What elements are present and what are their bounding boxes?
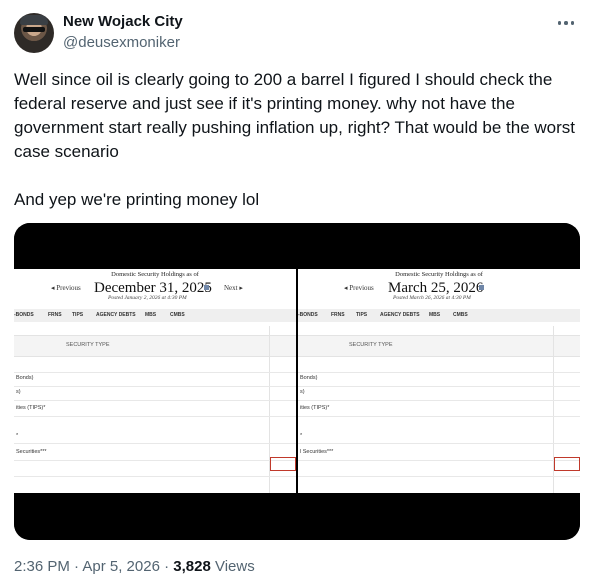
row-divider (298, 372, 580, 373)
previous-link: ◂ Previous (51, 284, 81, 292)
media-image-right[interactable]: Domestic Security Holdings as of ◂ Previ… (298, 223, 580, 540)
row-divider (14, 476, 296, 477)
column-header-security-type: SECURITY TYPE (349, 342, 393, 348)
table-header: SECURITY TYPE (14, 335, 296, 357)
row-divider (298, 460, 580, 461)
tab-mbs: MBS (429, 312, 441, 318)
tweet-paragraph: And yep we're printing money lol (14, 190, 260, 209)
table-row: s) (300, 389, 305, 395)
tab-bonds: -BONDS (298, 312, 318, 318)
table-row: l Securities*** (300, 449, 334, 455)
row-divider (298, 443, 580, 444)
tweet-media[interactable]: Domestic Security Holdings as of ◂ Previ… (14, 223, 580, 540)
highlight-box (554, 457, 580, 471)
posted-date: Posted March 26, 2026 at 4:30 PM (393, 295, 471, 301)
more-horizontal-icon[interactable] (554, 13, 578, 33)
tab-cmbs: CMBS (170, 312, 185, 318)
table-row: Bonds) (16, 375, 34, 381)
next-link: Next ▸ (224, 284, 243, 292)
row-divider (14, 416, 296, 417)
highlight-box (270, 457, 296, 471)
calendar-icon (479, 285, 484, 290)
tweet-metadata: 2:36 PM · Apr 5, 2026 · 3,828 Views (14, 558, 255, 575)
holdings-tabs: -BONDS FRNS TIPS AGENCY DEBTS MBS CMBS (298, 309, 580, 322)
tab-agency-debts: AGENCY DEBTS (96, 312, 136, 318)
row-divider (14, 386, 296, 387)
previous-link: ◂ Previous (344, 284, 374, 292)
table-row: ities (TIPS)* (300, 405, 330, 411)
row-divider (298, 400, 580, 401)
row-divider (14, 372, 296, 373)
row-divider (298, 476, 580, 477)
tab-mbs: MBS (145, 312, 157, 318)
views-count[interactable]: 3,828 (173, 558, 211, 575)
table-row: s) (16, 389, 21, 395)
tab-tips: TIPS (72, 312, 84, 318)
row-divider (14, 460, 296, 461)
holdings-page: Domestic Security Holdings as of ◂ Previ… (14, 269, 296, 493)
tab-bonds: -BONDS (14, 312, 34, 318)
column-header-security-type: SECURITY TYPE (66, 342, 110, 348)
tab-frns: FRNS (331, 312, 345, 318)
tweet-paragraph: Well since oil is clearly going to 200 a… (14, 70, 575, 161)
tab-cmbs: CMBS (453, 312, 468, 318)
avatar-cap (20, 15, 48, 25)
table-row: Securities*** (16, 449, 47, 455)
row-divider (14, 400, 296, 401)
posted-date: Posted January 2, 2026 at 4:30 PM (108, 295, 187, 301)
table-header: SECURITY TYPE (298, 335, 580, 357)
calendar-icon (204, 285, 209, 290)
holdings-header: Domestic Security Holdings as of (395, 271, 483, 278)
tab-frns: FRNS (48, 312, 62, 318)
media-image-left[interactable]: Domestic Security Holdings as of ◂ Previ… (14, 223, 296, 540)
table-row: ities (TIPS)* (16, 405, 46, 411)
table-row: * (300, 433, 303, 439)
views-label: Views (210, 558, 255, 575)
author-handle[interactable]: @deusexmoniker (63, 34, 180, 51)
tab-tips: TIPS (356, 312, 368, 318)
holdings-header: Domestic Security Holdings as of (111, 271, 199, 278)
tab-agency-debts: AGENCY DEBTS (380, 312, 420, 318)
tweet-text: Well since oil is clearly going to 200 a… (14, 68, 584, 212)
row-divider (298, 416, 580, 417)
avatar-glasses (23, 27, 45, 32)
table-row: * (16, 433, 19, 439)
holdings-tabs: -BONDS FRNS TIPS AGENCY DEBTS MBS CMBS (14, 309, 296, 322)
holdings-page: Domestic Security Holdings as of ◂ Previ… (298, 269, 580, 493)
author-avatar[interactable] (14, 13, 54, 53)
tweet-timestamp[interactable]: 2:36 PM · Apr 5, 2026 · (14, 558, 173, 575)
table-row: Bonds) (300, 375, 318, 381)
author-display-name[interactable]: New Wojack City (63, 13, 183, 30)
row-divider (14, 443, 296, 444)
row-divider (298, 386, 580, 387)
